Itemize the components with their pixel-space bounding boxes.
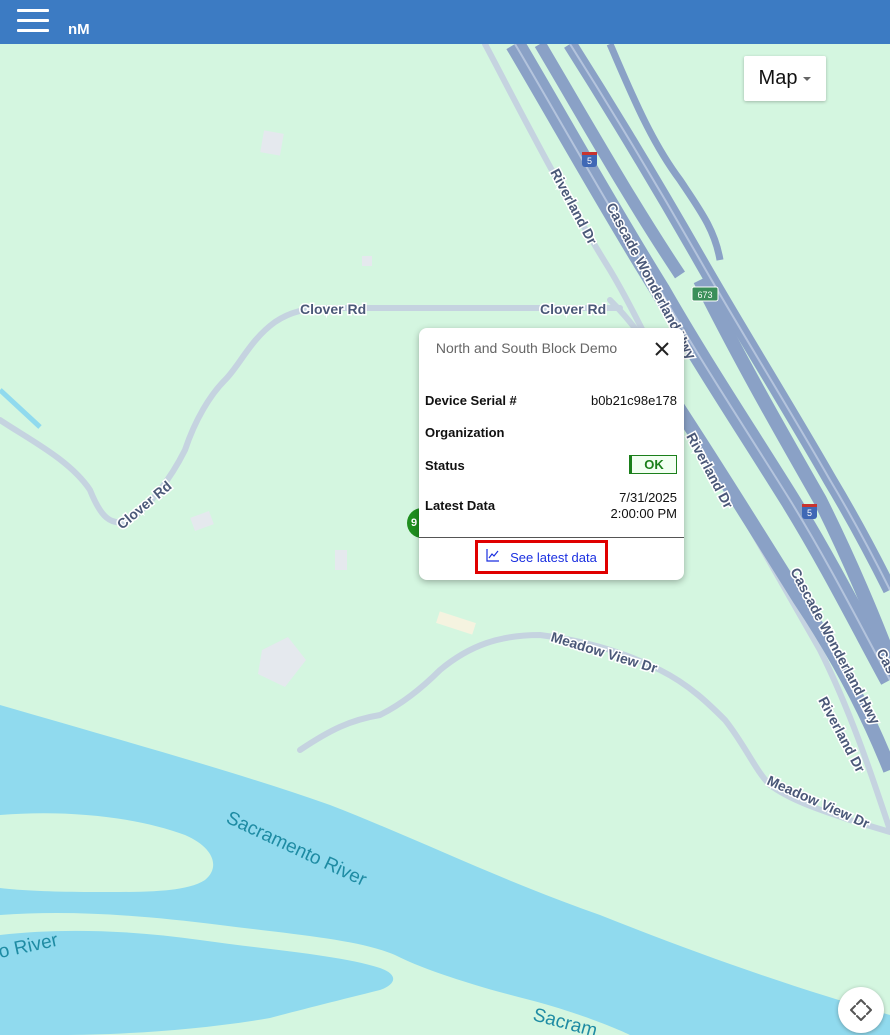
device-info-popup: North and South Block Demo Device Serial…	[419, 328, 684, 580]
popup-title: North and South Block Demo	[435, 340, 618, 356]
status-label: Status	[425, 458, 465, 473]
latest-data-label: Latest Data	[425, 498, 496, 513]
recenter-icon[interactable]	[838, 987, 884, 1033]
label-clover-1: Clover Rd	[300, 301, 366, 317]
hamburger-menu-icon[interactable]	[17, 9, 49, 33]
latest-data-value: 7/31/2025 2:00:00 PM	[611, 490, 678, 522]
close-icon[interactable]	[653, 340, 671, 358]
popup-divider	[419, 537, 684, 538]
line-chart-icon	[486, 548, 500, 567]
status-badge: OK	[629, 455, 677, 474]
shield-5a: 5	[587, 156, 592, 166]
app-title: nM	[68, 21, 90, 38]
latest-data-date: 7/31/2025	[619, 490, 677, 505]
map-type-dropdown[interactable]: Map	[744, 56, 826, 101]
latest-data-time: 2:00:00 PM	[610, 506, 678, 521]
see-latest-data-label: See latest data	[510, 549, 597, 565]
shield-5b: 5	[807, 508, 812, 518]
see-latest-data-button[interactable]: See latest data	[475, 540, 608, 574]
device-serial-label: Device Serial #	[425, 393, 517, 408]
shield-673: 673	[697, 290, 712, 300]
map-type-label: Map	[758, 67, 798, 89]
device-serial-value: b0b21c98e178	[590, 393, 677, 408]
chevron-down-icon	[803, 76, 812, 81]
label-clover-2: Clover Rd	[540, 301, 606, 317]
organization-label: Organization	[425, 425, 505, 440]
top-app-bar: nM	[0, 0, 890, 44]
